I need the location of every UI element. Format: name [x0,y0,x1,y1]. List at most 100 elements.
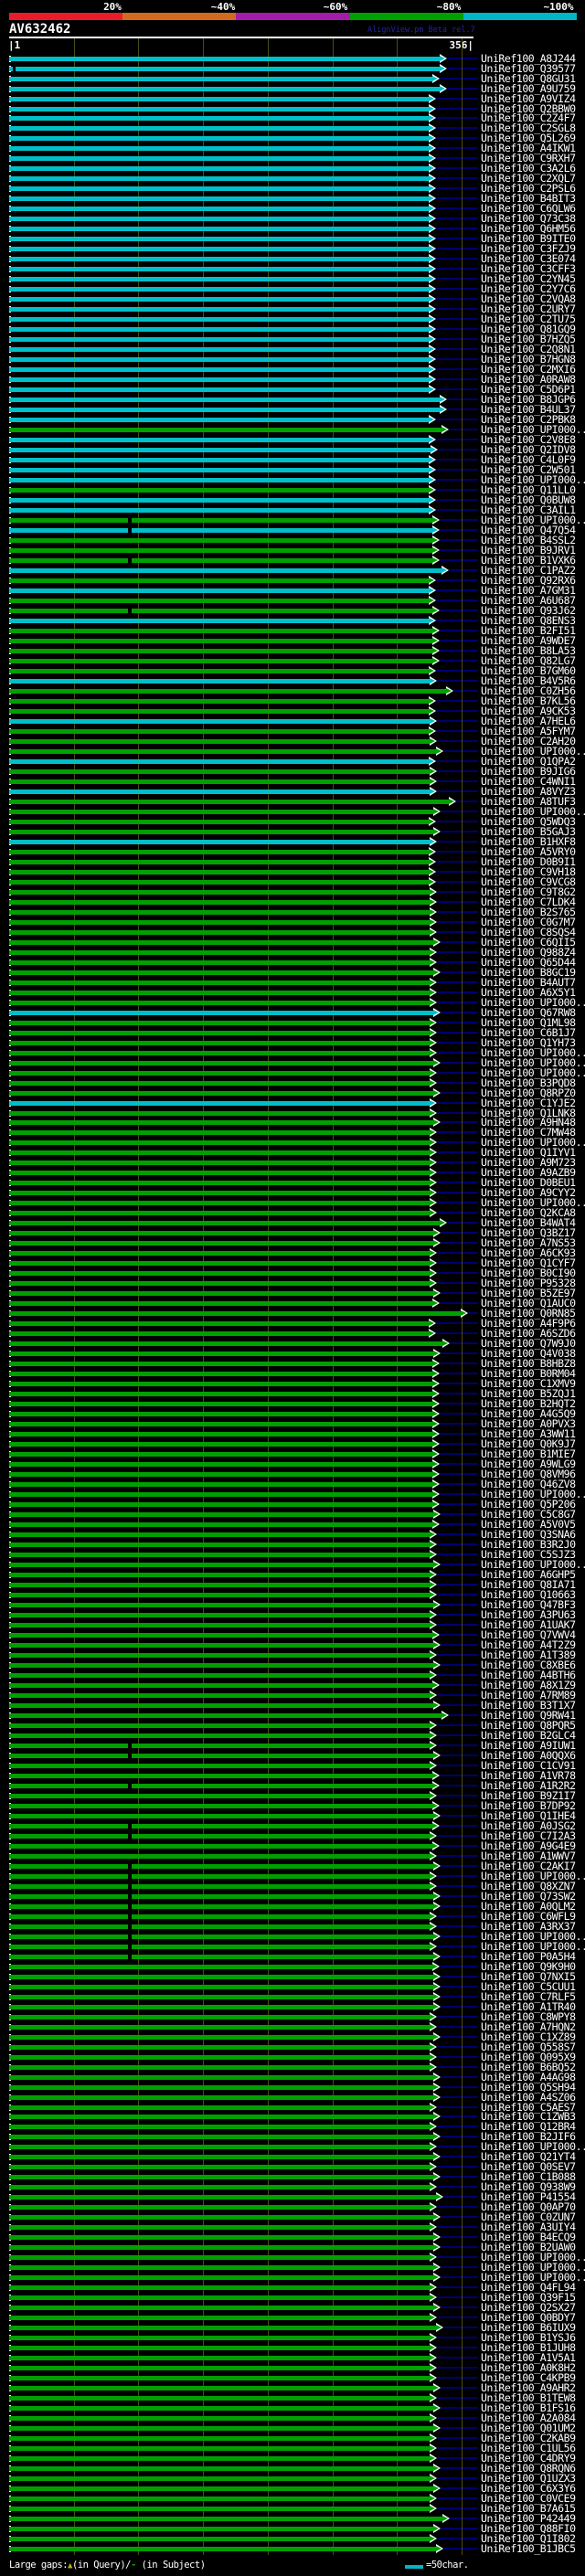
alignment-bar[interactable] [9,849,430,854]
alignment-bar[interactable] [9,277,430,282]
alignment-bar[interactable] [9,1241,434,1246]
alignment-bar[interactable] [9,919,431,925]
alignment-bar[interactable] [9,1573,431,1577]
alignment-bar[interactable] [9,1753,434,1758]
alignment-bar[interactable] [9,56,441,61]
alignment-bar[interactable] [9,879,430,885]
alignment-bar[interactable] [9,1492,433,1498]
alignment-bar[interactable] [9,718,431,724]
alignment-bar[interactable] [9,1030,431,1035]
alignment-bar[interactable] [9,799,450,804]
alignment-bar[interactable] [9,809,434,814]
alignment-bar[interactable] [9,267,430,272]
alignment-bar[interactable] [9,1793,431,1798]
alignment-bar[interactable] [9,1964,433,1969]
alignment-bar[interactable] [9,1803,433,1808]
alignment-bar[interactable] [9,2306,434,2311]
alignment-bar[interactable] [9,478,430,483]
alignment-bar[interactable] [9,186,430,192]
alignment-bar[interactable] [9,1452,433,1458]
alignment-bar[interactable] [9,1321,430,1327]
alignment-bar[interactable] [9,1593,431,1597]
alignment-bar[interactable] [9,2255,431,2261]
alignment-bar[interactable] [9,2406,434,2412]
alignment-bar[interactable] [9,1613,431,1617]
alignment-bar[interactable] [9,2064,431,2070]
alignment-bar[interactable] [9,327,430,333]
alignment-bar[interactable] [9,1432,433,1437]
alignment-bar[interactable] [9,1110,431,1116]
alignment-bar[interactable] [9,2054,431,2060]
alignment-bar[interactable] [9,728,430,734]
alignment-bar[interactable] [9,1763,431,1768]
alignment-bar[interactable] [9,949,431,955]
alignment-bar[interactable] [9,1723,431,1728]
alignment-bar[interactable] [9,156,430,162]
alignment-bar[interactable] [9,2476,431,2482]
alignment-bar[interactable] [9,1692,431,1698]
alignment-bar[interactable] [9,1702,434,1708]
alignment-bar[interactable] [9,357,430,363]
alignment-bar[interactable] [9,618,430,623]
alignment-bar[interactable] [9,1261,431,1267]
alignment-bar[interactable] [9,1853,431,1859]
alignment-bar[interactable] [9,428,442,433]
alignment-bar[interactable] [9,1070,431,1076]
alignment-bar[interactable] [9,207,430,212]
alignment-bar[interactable] [9,648,433,653]
alignment-bar[interactable] [9,518,433,523]
alignment-bar[interactable] [9,628,433,633]
alignment-bar[interactable] [9,347,430,353]
alignment-bar[interactable] [9,658,433,663]
alignment-bar[interactable] [9,1622,431,1627]
alignment-bar[interactable] [9,2366,431,2371]
alignment-bar[interactable] [9,2094,434,2100]
alignment-bar[interactable] [9,1553,431,1557]
alignment-bar[interactable] [9,1352,434,1357]
alignment-bar[interactable] [9,227,430,232]
alignment-bar[interactable] [9,1060,434,1065]
alignment-bar[interactable] [9,2517,443,2522]
alignment-bar[interactable] [9,508,430,513]
alignment-bar[interactable] [9,2185,431,2190]
alignment-bar[interactable] [9,1171,431,1176]
alignment-bar[interactable] [9,588,430,593]
alignment-bar[interactable] [9,2125,431,2130]
alignment-bar[interactable] [9,599,430,603]
alignment-bar[interactable] [9,1120,434,1126]
alignment-bar[interactable] [9,2275,434,2281]
alignment-bar[interactable] [9,2115,434,2120]
alignment-bar[interactable] [9,1883,431,1889]
alignment-bar[interactable] [9,2547,437,2551]
alignment-bar[interactable] [9,1311,462,1317]
alignment-bar[interactable] [9,1130,431,1136]
alignment-bar[interactable] [9,1944,431,1949]
alignment-bar[interactable] [9,909,431,915]
alignment-bar[interactable] [9,1733,431,1738]
alignment-bar[interactable] [9,2165,431,2170]
alignment-bar[interactable] [9,1863,434,1869]
alignment-bar[interactable] [9,2426,434,2432]
alignment-bar[interactable] [9,1924,431,1929]
alignment-bar[interactable] [9,769,431,774]
alignment-bar[interactable] [9,708,430,714]
alignment-bar[interactable] [9,337,430,343]
alignment-bar[interactable] [9,2004,434,2009]
alignment-bar[interactable] [9,2175,434,2180]
alignment-bar[interactable] [9,869,430,875]
alignment-bar[interactable] [9,1080,431,1086]
alignment-bar[interactable] [9,939,434,945]
alignment-bar[interactable] [9,1341,443,1347]
alignment-bar[interactable] [9,1632,433,1638]
alignment-bar[interactable] [9,819,430,824]
alignment-bar[interactable] [9,66,441,71]
alignment-bar[interactable] [9,116,430,122]
alignment-bar[interactable] [9,247,430,252]
alignment-bar[interactable] [9,488,430,493]
alignment-bar[interactable] [9,458,430,463]
alignment-bar[interactable] [9,990,431,995]
alignment-bar[interactable] [9,2316,431,2321]
alignment-bar[interactable] [9,1201,431,1206]
alignment-bar[interactable] [9,1331,430,1337]
alignment-bar[interactable] [9,839,431,844]
